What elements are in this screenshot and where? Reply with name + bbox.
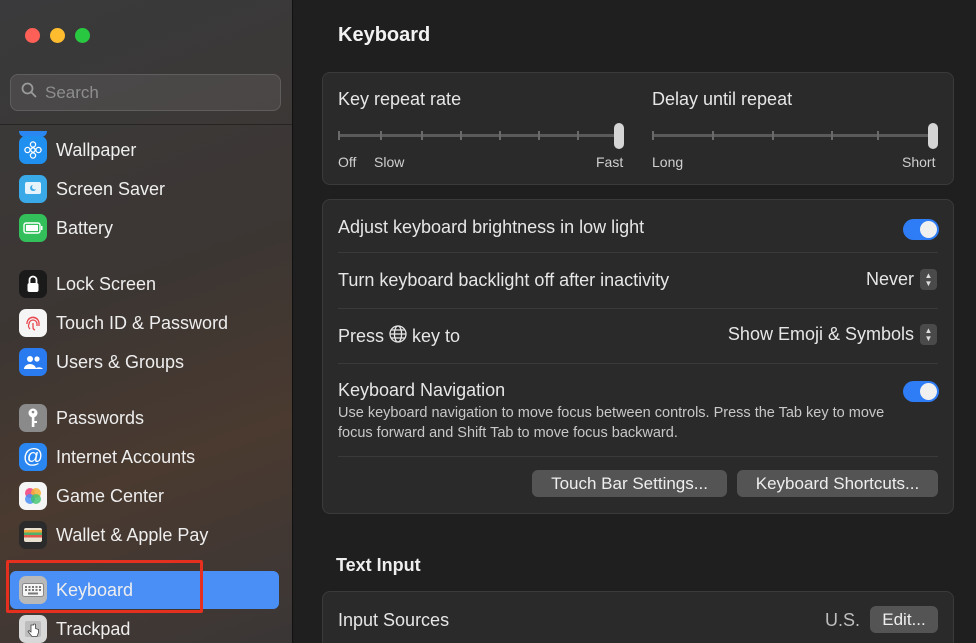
sidebar-item-label: Wallet & Apple Pay bbox=[56, 524, 209, 545]
slider-max-label: Fast bbox=[596, 154, 624, 170]
traffic-lights bbox=[25, 28, 90, 43]
sidebar-item-battery[interactable]: Battery bbox=[10, 209, 279, 247]
text-input-panel: Input Sources U.S. Edit... bbox=[322, 591, 954, 643]
slider-min-label: Long bbox=[652, 154, 684, 170]
chevron-updown-icon: ▲ ▼ bbox=[920, 269, 937, 290]
sidebar-item-label: Screen Saver bbox=[56, 178, 166, 199]
globe-label-before: Press bbox=[338, 326, 385, 346]
search-input[interactable] bbox=[45, 82, 265, 103]
row-divider bbox=[338, 308, 938, 309]
tick bbox=[380, 131, 382, 140]
trackpad-icon bbox=[19, 615, 47, 643]
input-sources-label: Input Sources bbox=[338, 610, 450, 630]
battery-icon bbox=[19, 214, 47, 242]
globe-key-value: Show Emoji & Symbols bbox=[727, 324, 914, 344]
keyboard-navigation-toggle[interactable] bbox=[903, 381, 939, 402]
close-button[interactable] bbox=[25, 28, 40, 43]
tick bbox=[338, 131, 340, 140]
sidebar-item-wallet[interactable]: Wallet & Apple Pay bbox=[10, 516, 279, 554]
brightness-label: Adjust keyboard brightness in low light bbox=[338, 217, 645, 237]
keyboard-navigation-description: Use keyboard navigation to move focus be… bbox=[338, 405, 885, 441]
lock-icon bbox=[19, 270, 47, 298]
sidebar-item-label: Wallpaper bbox=[56, 139, 137, 160]
sidebar-divider bbox=[0, 124, 292, 125]
backlight-popup[interactable]: Never ▲ ▼ bbox=[866, 269, 937, 290]
sidebar-item-label: Battery bbox=[56, 217, 114, 238]
globe-label-after: key to bbox=[412, 326, 461, 346]
keyboard-settings-panel: Adjust keyboard brightness in low light … bbox=[322, 199, 954, 514]
sidebar-item-touch-id[interactable]: Touch ID & Password bbox=[10, 304, 279, 342]
tick bbox=[577, 131, 579, 140]
tick bbox=[877, 131, 879, 140]
fingerprint-icon bbox=[19, 309, 47, 337]
at-icon: @ bbox=[19, 443, 47, 471]
globe-key-label: Press key to bbox=[338, 325, 460, 348]
sidebar-item-label: Game Center bbox=[56, 485, 165, 506]
sidebar: Wallpaper Screen Saver Battery Lock Scre… bbox=[0, 0, 293, 643]
screen-saver-icon bbox=[19, 175, 47, 203]
sidebar-item-label: Keyboard bbox=[56, 579, 134, 600]
tick bbox=[421, 131, 423, 140]
search-field[interactable] bbox=[10, 74, 281, 111]
zoom-button[interactable] bbox=[75, 28, 90, 43]
slider-knob[interactable] bbox=[928, 123, 938, 149]
sidebar-item-label: Passwords bbox=[56, 407, 145, 428]
page-title: Keyboard bbox=[338, 24, 431, 46]
sidebar-item-game-center[interactable]: Game Center bbox=[10, 477, 279, 515]
sidebar-item-label: Internet Accounts bbox=[56, 446, 196, 467]
sidebar-item-internet-accounts[interactable]: @ Internet Accounts bbox=[10, 438, 279, 476]
row-divider bbox=[338, 252, 938, 253]
sidebar-item-trackpad[interactable]: Trackpad bbox=[10, 610, 279, 643]
delay-repeat-label: Delay until repeat bbox=[652, 89, 793, 109]
sidebar-item-label: Trackpad bbox=[56, 618, 131, 639]
tick bbox=[712, 131, 714, 140]
sidebar-item-label: Touch ID & Password bbox=[56, 312, 229, 333]
globe-key-popup[interactable]: Show Emoji & Symbols ▲ ▼ bbox=[728, 324, 937, 345]
sidebar-item-keyboard[interactable]: Keyboard bbox=[10, 571, 279, 609]
key-icon bbox=[19, 404, 47, 432]
slider-slow-label: Slow bbox=[374, 154, 405, 170]
globe-icon bbox=[389, 325, 407, 348]
keyboard-navigation-label: Keyboard Navigation bbox=[338, 380, 506, 400]
users-icon bbox=[19, 348, 47, 376]
sidebar-item-screen-saver[interactable]: Screen Saver bbox=[10, 170, 279, 208]
sidebar-item-passwords[interactable]: Passwords bbox=[10, 399, 279, 437]
tick bbox=[831, 131, 833, 140]
backlight-label: Turn keyboard backlight off after inacti… bbox=[338, 270, 670, 290]
repeat-panel: Key repeat rate Delay until repeat Off S… bbox=[322, 72, 954, 185]
sidebar-item-label: Lock Screen bbox=[56, 273, 157, 294]
slider-min-label: Off bbox=[338, 154, 357, 170]
keyboard-shortcuts-button[interactable]: Keyboard Shortcuts... bbox=[737, 470, 938, 497]
sidebar-item-wallpaper[interactable]: Wallpaper bbox=[10, 131, 279, 169]
sidebar-item-lock-screen[interactable]: Lock Screen bbox=[10, 265, 279, 303]
input-sources-value: U.S. bbox=[825, 610, 861, 630]
text-input-title: Text Input bbox=[336, 555, 421, 575]
flower-icon bbox=[19, 136, 47, 164]
sidebar-item-label: Users & Groups bbox=[56, 351, 185, 372]
key-repeat-label: Key repeat rate bbox=[338, 89, 462, 109]
edit-input-sources-button[interactable]: Edit... bbox=[870, 606, 938, 633]
touch-bar-settings-button[interactable]: Touch Bar Settings... bbox=[532, 470, 727, 497]
game-center-icon bbox=[19, 482, 47, 510]
keyboard-icon bbox=[19, 576, 47, 604]
tick bbox=[538, 131, 540, 140]
backlight-value: Never bbox=[865, 269, 914, 289]
chevron-updown-icon: ▲ ▼ bbox=[920, 324, 937, 345]
minimize-button[interactable] bbox=[50, 28, 65, 43]
slider-track bbox=[652, 134, 937, 137]
tick bbox=[499, 131, 501, 140]
sidebar-item-users-groups[interactable]: Users & Groups bbox=[10, 343, 279, 381]
slider-knob[interactable] bbox=[614, 123, 624, 149]
tick bbox=[772, 131, 774, 140]
tick bbox=[460, 131, 462, 140]
tick bbox=[652, 131, 654, 140]
slider-max-label: Short bbox=[902, 154, 936, 170]
row-divider bbox=[338, 363, 938, 364]
brightness-toggle[interactable] bbox=[903, 219, 939, 240]
row-divider bbox=[338, 456, 938, 457]
wallet-icon bbox=[19, 521, 47, 549]
search-icon bbox=[21, 82, 37, 103]
main-content: Keyboard Key repeat rate Delay until rep… bbox=[294, 0, 976, 643]
